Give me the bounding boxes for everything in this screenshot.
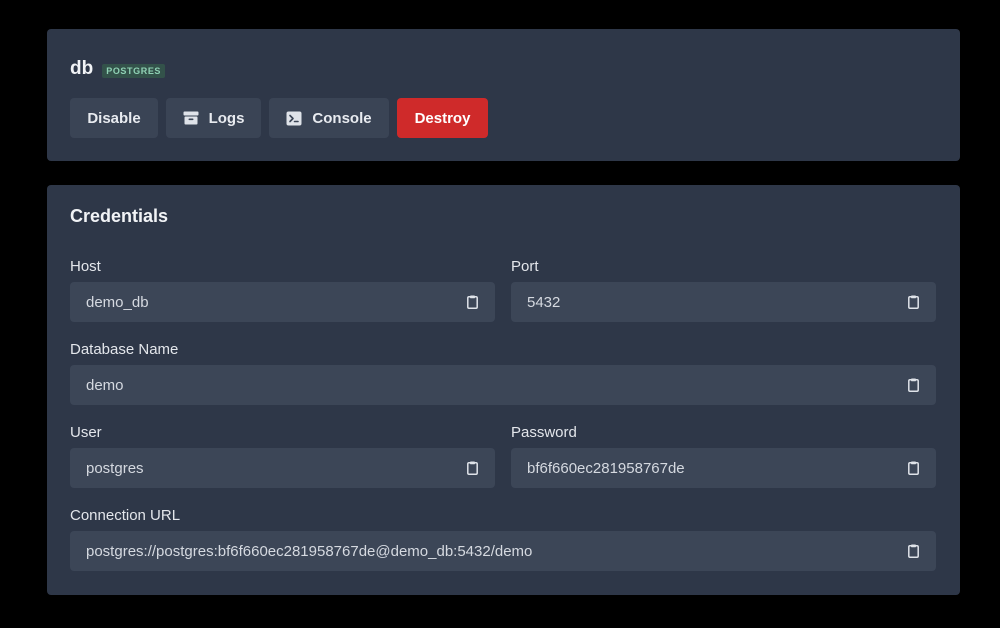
port-field: Port 5432 bbox=[511, 257, 936, 322]
clipboard-icon[interactable] bbox=[467, 461, 478, 475]
clipboard-icon[interactable] bbox=[908, 295, 919, 309]
user-input[interactable]: postgres bbox=[70, 448, 495, 488]
password-label: Password bbox=[511, 424, 577, 441]
port-label: Port bbox=[511, 258, 539, 275]
database-name-value: demo bbox=[86, 376, 124, 394]
database-name-label: Database Name bbox=[70, 341, 179, 358]
service-title-row: db POSTGRES bbox=[70, 58, 166, 80]
clipboard-icon[interactable] bbox=[908, 544, 919, 558]
destroy-button[interactable]: Destroy bbox=[397, 98, 488, 138]
service-name: db bbox=[70, 58, 94, 79]
host-value: demo_db bbox=[86, 293, 149, 311]
host-input[interactable]: demo_db bbox=[70, 282, 495, 322]
service-type-badge: POSTGRES bbox=[102, 63, 166, 78]
disable-button[interactable]: Disable bbox=[70, 98, 158, 138]
database-name-input[interactable]: demo bbox=[70, 365, 936, 405]
password-field: Password bf6f660ec281958767de bbox=[511, 423, 936, 488]
password-value: bf6f660ec281958767de bbox=[527, 459, 685, 477]
database-name-field: Database Name demo bbox=[70, 340, 936, 405]
terminal-icon bbox=[286, 111, 302, 126]
clipboard-icon[interactable] bbox=[908, 378, 919, 392]
connection-url-input[interactable]: postgres://postgres:bf6f660ec281958767de… bbox=[70, 531, 936, 571]
disable-button-label: Disable bbox=[87, 109, 141, 127]
archive-icon bbox=[183, 111, 199, 125]
credentials-card: Credentials Host demo_db Port 5432 Datab… bbox=[47, 185, 960, 595]
console-button-label: Console bbox=[312, 109, 372, 127]
clipboard-icon[interactable] bbox=[467, 295, 478, 309]
user-label: User bbox=[70, 424, 102, 441]
port-input[interactable]: 5432 bbox=[511, 282, 936, 322]
logs-button[interactable]: Logs bbox=[166, 98, 261, 138]
user-field: User postgres bbox=[70, 423, 495, 488]
service-header-card: db POSTGRES Disable Logs Console Destroy bbox=[47, 29, 960, 161]
logs-button-label: Logs bbox=[208, 109, 245, 127]
user-value: postgres bbox=[86, 459, 144, 477]
connection-url-field: Connection URL postgres://postgres:bf6f6… bbox=[70, 506, 936, 571]
host-label: Host bbox=[70, 258, 101, 275]
destroy-button-label: Destroy bbox=[414, 109, 471, 127]
clipboard-icon[interactable] bbox=[908, 461, 919, 475]
service-actions: Disable Logs Console Destroy bbox=[70, 98, 488, 138]
console-button[interactable]: Console bbox=[269, 98, 389, 138]
host-field: Host demo_db bbox=[70, 257, 495, 322]
password-input[interactable]: bf6f660ec281958767de bbox=[511, 448, 936, 488]
credentials-title: Credentials bbox=[70, 206, 169, 226]
connection-url-value: postgres://postgres:bf6f660ec281958767de… bbox=[86, 542, 533, 560]
connection-url-label: Connection URL bbox=[70, 507, 181, 524]
port-value: 5432 bbox=[527, 293, 561, 311]
